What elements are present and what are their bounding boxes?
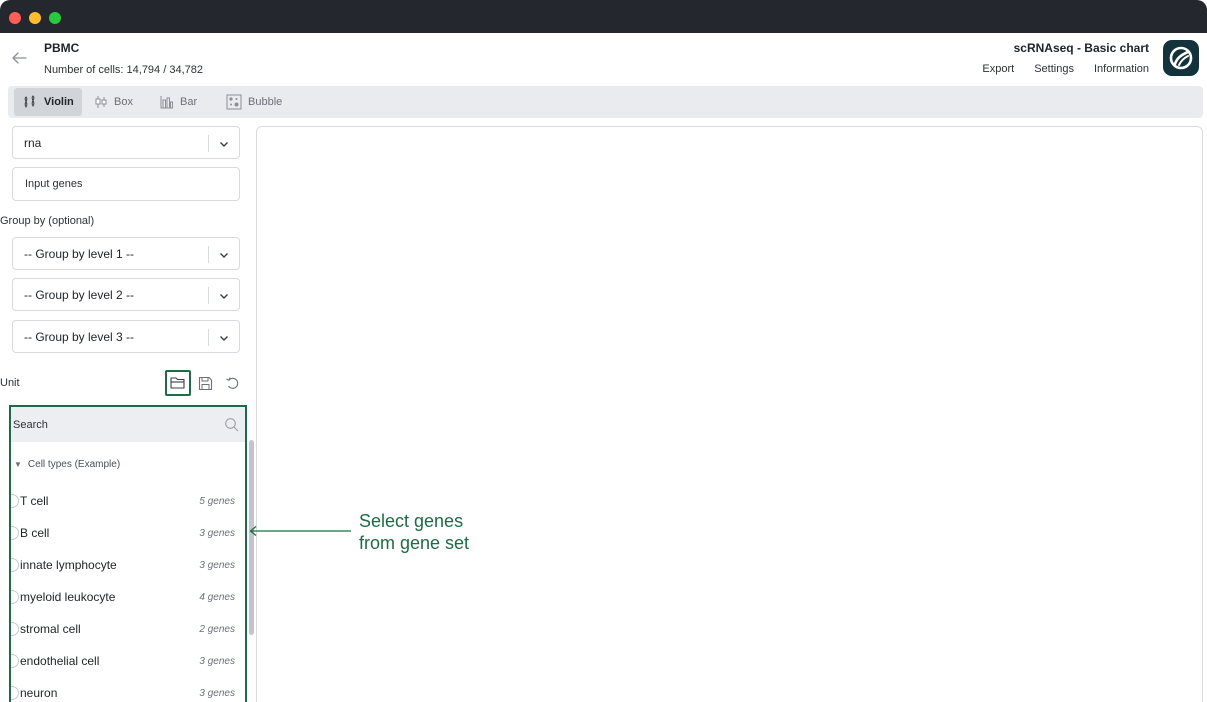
geneset-item-name: T cell xyxy=(20,494,49,508)
tab-bar[interactable]: Bar xyxy=(152,88,205,116)
geneset-item-count: 4 genes xyxy=(199,592,235,603)
tab-bubble[interactable]: Bubble xyxy=(218,88,290,116)
radio-button[interactable] xyxy=(11,654,19,668)
app-header: PBMC Number of cells: 14,794 / 34,782 sc… xyxy=(0,33,1207,83)
tab-box[interactable]: Box xyxy=(86,88,141,116)
annotation-callout: Select genes from gene set xyxy=(359,510,469,554)
dataset-title: PBMC xyxy=(44,41,80,55)
geneset-item-count: 3 genes xyxy=(199,688,235,699)
select-divider xyxy=(208,135,209,152)
header-menu: Export Settings Information xyxy=(982,63,1149,75)
assay-select[interactable]: rna xyxy=(12,126,240,159)
tab-violin-label: Violin xyxy=(44,96,74,108)
search-icon[interactable] xyxy=(224,417,239,432)
minimize-window-button[interactable] xyxy=(29,12,41,24)
radio-button[interactable] xyxy=(11,590,19,604)
geneset-item-count: 3 genes xyxy=(199,528,235,539)
geneset-item-name: endothelial cell xyxy=(20,654,100,668)
geneset-item[interactable]: neuron 3 genes xyxy=(11,677,237,702)
logo-icon xyxy=(1169,46,1193,70)
reset-icon xyxy=(225,376,238,389)
geneset-item[interactable]: endothelial cell 3 genes xyxy=(11,645,237,677)
geneset-item-name: stromal cell xyxy=(20,622,81,636)
geneset-item-name: B cell xyxy=(20,526,50,540)
group-level-1-select[interactable]: -- Group by level 1 -- xyxy=(12,237,240,270)
reset-geneset-button[interactable] xyxy=(219,370,245,396)
genes-input[interactable] xyxy=(12,167,240,201)
group-level-2-select[interactable]: -- Group by level 2 -- xyxy=(12,278,240,311)
unit-label: Unit xyxy=(0,377,20,389)
geneset-item-count: 5 genes xyxy=(199,496,235,507)
bubble-chart-icon xyxy=(226,94,242,110)
tab-bubble-label: Bubble xyxy=(248,96,283,108)
maximize-window-button[interactable] xyxy=(49,12,61,24)
tab-violin[interactable]: Violin xyxy=(14,88,82,116)
violin-icon xyxy=(24,95,35,108)
geneset-item-count: 3 genes xyxy=(199,656,235,667)
group-level-3-value: -- Group by level 3 -- xyxy=(24,330,135,344)
geneset-item[interactable]: stromal cell 2 genes xyxy=(11,613,237,645)
radio-button[interactable] xyxy=(11,494,19,508)
open-geneset-button[interactable] xyxy=(165,370,191,396)
chart-type-toolbar: Violin Box Bar Bubble xyxy=(8,86,1203,118)
geneset-group-title: Cell types (Example) xyxy=(27,459,121,470)
geneset-item[interactable]: myeloid leukocyte 4 genes xyxy=(11,581,237,613)
geneset-search xyxy=(11,407,245,442)
annotation-arrow xyxy=(249,525,351,537)
geneset-search-input[interactable] xyxy=(11,407,217,442)
caret-down-icon: ▼ xyxy=(14,460,22,469)
group-level-3-select[interactable]: -- Group by level 3 -- xyxy=(12,320,240,353)
geneset-group-header[interactable]: ▼ Cell types (Example) xyxy=(14,459,120,470)
box-plot-icon xyxy=(95,96,107,108)
geneset-item-name: neuron xyxy=(20,686,58,700)
geneset-item[interactable]: innate lymphocyte 3 genes xyxy=(11,549,237,581)
geneset-item-name: innate lymphocyte xyxy=(20,558,117,572)
chevron-down-icon xyxy=(220,253,228,258)
scrollbar-thumb[interactable] xyxy=(249,440,254,635)
chart-panel xyxy=(256,126,1203,702)
chevron-down-icon xyxy=(220,294,228,299)
group-level-2-value: -- Group by level 2 -- xyxy=(24,288,135,302)
sidebar: rna Group by (optional) -- Group by leve… xyxy=(0,118,254,702)
select-divider xyxy=(208,329,209,346)
cell-count-text: Number of cells: 14,794 / 34,782 xyxy=(44,64,203,76)
page-title: scRNAseq - Basic chart xyxy=(1013,41,1149,55)
radio-button[interactable] xyxy=(11,622,19,636)
annotation-line-1: Select genes xyxy=(359,511,464,531)
folder-open-icon xyxy=(170,377,185,389)
select-divider xyxy=(208,287,209,304)
export-link[interactable]: Export xyxy=(982,63,1014,75)
chevron-down-icon xyxy=(220,336,228,341)
geneset-item[interactable]: B cell 3 genes xyxy=(11,517,237,549)
select-divider xyxy=(208,246,209,263)
geneset-item-count: 2 genes xyxy=(199,624,235,635)
close-window-button[interactable] xyxy=(9,12,21,24)
assay-select-value: rna xyxy=(24,136,42,150)
bar-chart-icon xyxy=(160,96,173,109)
annotation-line-2: from gene set xyxy=(359,533,470,553)
geneset-item-name: myeloid leukocyte xyxy=(20,590,116,604)
information-link[interactable]: Information xyxy=(1094,63,1149,75)
chevron-down-icon xyxy=(220,142,228,147)
back-arrow-icon[interactable] xyxy=(10,49,28,67)
group-level-1-value: -- Group by level 1 -- xyxy=(24,247,135,261)
geneset-item-count: 3 genes xyxy=(199,560,235,571)
group-by-label: Group by (optional) xyxy=(0,215,95,227)
geneset-panel: ▼ Cell types (Example) T cell 5 genes B … xyxy=(9,405,247,702)
save-icon xyxy=(198,376,212,390)
settings-link[interactable]: Settings xyxy=(1034,63,1074,75)
geneset-item[interactable]: T cell 5 genes xyxy=(11,485,237,517)
window-titlebar xyxy=(0,0,1207,33)
radio-button[interactable] xyxy=(11,558,19,572)
tab-bar-label: Bar xyxy=(180,96,198,108)
app-logo[interactable] xyxy=(1163,40,1199,76)
tab-box-label: Box xyxy=(114,96,133,108)
save-geneset-button[interactable] xyxy=(192,370,218,396)
radio-button[interactable] xyxy=(11,526,19,540)
geneset-scrollbar[interactable] xyxy=(237,442,245,702)
radio-button[interactable] xyxy=(11,686,19,700)
